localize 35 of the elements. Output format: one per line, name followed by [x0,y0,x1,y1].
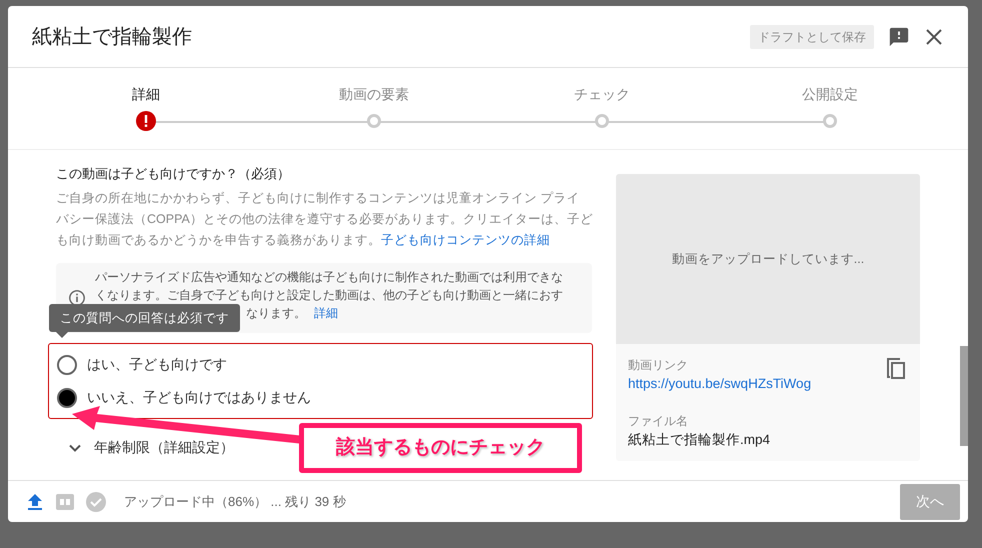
close-icon[interactable] [924,26,944,46]
upload-icon[interactable] [26,492,44,510]
step-label[interactable]: 動画の要素 [339,84,409,106]
radio-option[interactable]: いいえ、子ども向けではありません [57,387,311,408]
check-icon[interactable] [86,492,106,512]
section-heading: この動画は子ども向けですか？（必須） [56,165,291,183]
step-label[interactable]: 詳細 [132,84,160,106]
step-label[interactable]: チェック [574,84,630,106]
description-text: ご自身の所在地にかかわらず、子ども向けに制作するコンテンツは児童オンライン プライ バシー保護法（COPPA）とその他の法律を遵守する必要があります。クリエイターは、子ど も向け動画であるかどうかを申告する義務があります。子ども向けコンテンツの詳細 [56,190,592,249]
scrollbar-thumb[interactable] [960,346,968,446]
age-restriction-label: 年齢制限（詳細設定） [94,438,234,457]
field-label: 動画リンク [628,357,688,374]
dialog-title: 紙粘土で指輪製作 [32,24,192,50]
copy-icon[interactable] [886,358,906,380]
radio-option[interactable]: はい、子ども向けです [57,354,227,375]
video-link[interactable]: https://youtu.be/swqHZsTiWog [628,374,812,394]
info-text: くなります。ご自身で子ども向けと設定した動画は、他の子ども向け動画と一緒におす [95,288,563,302]
file-name: 紙粘土で指輪製作.mp4 [628,431,772,450]
upload-status-text: 動画をアップロードしています... [672,250,864,268]
callout-text: 該当するものにチェック [336,435,545,460]
age-restriction-toggle[interactable]: 年齢制限（詳細設定） [68,437,268,458]
radio-button[interactable] [57,388,77,408]
feedback-icon[interactable] [888,26,910,48]
info-text: パーソナライズド広告や通知などの機能は子ども向けに制作された動画では利用できな [95,270,563,284]
details-link[interactable]: 子ども向けコンテンツの詳細 [381,233,550,247]
field-label: ファイル名 [628,413,688,430]
upload-progress-text: アップロード中（86%） ... 残り 39 秒 [124,492,346,511]
info-text: なります。 [246,305,306,322]
step-label[interactable]: 公開設定 [802,84,858,106]
info-icon [68,289,86,307]
tooltip: この質問への回答は必須です [49,304,240,332]
tooltip-pointer [56,332,68,338]
radio-button[interactable] [57,354,77,374]
details-link[interactable]: 詳細 [314,304,338,322]
save-draft-button[interactable]: ドラフトとして保存 [750,24,874,48]
